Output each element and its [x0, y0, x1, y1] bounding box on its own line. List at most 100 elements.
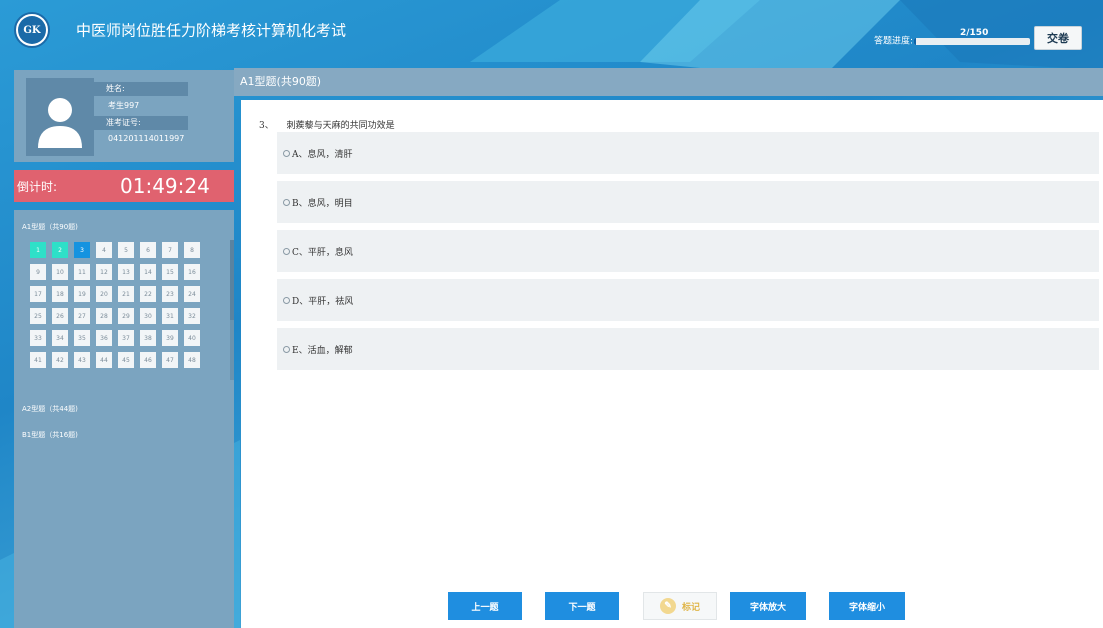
question-cell[interactable]: 5	[118, 242, 134, 258]
question-cell[interactable]: 43	[74, 352, 90, 368]
question-cell[interactable]: 10	[52, 264, 68, 280]
mark-icon: ✎	[659, 598, 676, 614]
question-cell[interactable]: 11	[74, 264, 90, 280]
question-cell[interactable]: 17	[30, 286, 46, 302]
question-nav-panel: A1型题（共90题) 1 2 3 4 5 6 7 8 9 10 11 12 13 14 15 16 17 18 19…	[14, 210, 234, 628]
timer-label: 倒计时:	[17, 179, 58, 194]
progress-bar-fill	[914, 38, 916, 45]
question-cell[interactable]: 15	[162, 264, 178, 280]
question-cell[interactable]: 3	[74, 242, 90, 258]
question-cell[interactable]: 32	[184, 308, 200, 324]
question-cell[interactable]: 48	[184, 352, 200, 368]
question-content: 3、 刺蒺藜与天麻的共同功效是 A、息风，清肝 B、息风，明目 C、平肝，息风 …	[241, 100, 1103, 628]
section-title: A1型题(共90题)	[234, 68, 1103, 96]
radio-icon[interactable]	[283, 198, 290, 206]
nav-scroll-thumb[interactable]	[230, 240, 234, 320]
option-c[interactable]: C、平肝，息风	[277, 230, 1099, 272]
question-number: 3、	[259, 121, 274, 131]
question-cell[interactable]: 35	[74, 330, 90, 346]
question-cell[interactable]: 34	[52, 330, 68, 346]
logo-text: GK	[18, 16, 46, 44]
question-cell[interactable]: 28	[96, 308, 112, 324]
question-cell[interactable]: 40	[184, 330, 200, 346]
question-cell[interactable]: 20	[96, 286, 112, 302]
name-label: 姓名:	[94, 82, 188, 96]
question-cell[interactable]: 9	[30, 264, 46, 280]
radio-icon[interactable]	[283, 345, 290, 353]
nav-scrollbar[interactable]	[230, 240, 234, 380]
question-cell[interactable]: 12	[96, 264, 112, 280]
question-cell[interactable]: 24	[184, 286, 200, 302]
option-label: A、息风，清肝	[292, 149, 353, 160]
prev-question-button[interactable]: 上一题	[448, 592, 522, 620]
question-cell[interactable]: 33	[30, 330, 46, 346]
question-stem: 3、 刺蒺藜与天麻的共同功效是	[259, 118, 395, 131]
id-value: 041201114011997	[108, 134, 185, 143]
countdown-timer: 倒计时: 01:49:24	[14, 170, 234, 202]
question-cell[interactable]: 44	[96, 352, 112, 368]
question-cell[interactable]: 42	[52, 352, 68, 368]
question-cell[interactable]: 4	[96, 242, 112, 258]
progress-bar	[914, 38, 1030, 45]
option-b[interactable]: B、息风，明目	[277, 181, 1099, 223]
question-cell[interactable]: 25	[30, 308, 46, 324]
question-cell[interactable]: 46	[140, 352, 156, 368]
app-title: 中医师岗位胜任力阶梯考核计算机化考试	[76, 21, 347, 40]
question-cell[interactable]: 23	[162, 286, 178, 302]
radio-icon[interactable]	[283, 149, 290, 157]
question-text: 刺蒺藜与天麻的共同功效是	[286, 121, 395, 131]
option-a[interactable]: A、息风，清肝	[277, 132, 1099, 174]
question-cell[interactable]: 41	[30, 352, 46, 368]
candidate-card: 姓名: 考生997 准考证号: 041201114011997	[14, 70, 234, 162]
option-e[interactable]: E、活血，解郁	[277, 328, 1099, 370]
user-silhouette-icon	[38, 98, 82, 148]
timer-value: 01:49:24	[120, 174, 210, 198]
font-shrink-button[interactable]: 字体缩小	[829, 592, 905, 620]
option-label: B、息风，明目	[292, 198, 353, 209]
question-cell[interactable]: 22	[140, 286, 156, 302]
option-label: D、平肝，祛风	[292, 296, 354, 307]
mark-button[interactable]: ✎ 标记	[643, 592, 717, 620]
question-cell[interactable]: 45	[118, 352, 134, 368]
submit-button[interactable]: 交卷	[1034, 26, 1082, 50]
next-question-button[interactable]: 下一题	[545, 592, 619, 620]
question-cell[interactable]: 26	[52, 308, 68, 324]
question-cell[interactable]: 2	[52, 242, 68, 258]
radio-icon[interactable]	[283, 296, 290, 304]
radio-icon[interactable]	[283, 247, 290, 255]
app-header: GK 中医师岗位胜任力阶梯考核计算机化考试 答题进度: 2/150 交卷	[0, 0, 1103, 62]
section-label-a1[interactable]: A1型题（共90题)	[22, 222, 78, 232]
question-cell[interactable]: 38	[140, 330, 156, 346]
option-d[interactable]: D、平肝，祛风	[277, 279, 1099, 321]
id-label: 准考证号:	[94, 116, 188, 130]
question-cell[interactable]: 47	[162, 352, 178, 368]
progress-count: 2/150	[960, 28, 989, 38]
question-cell[interactable]: 13	[118, 264, 134, 280]
option-label: E、活血，解郁	[292, 345, 353, 356]
question-cell[interactable]: 16	[184, 264, 200, 280]
question-cell[interactable]: 19	[74, 286, 90, 302]
name-value: 考生997	[108, 101, 140, 110]
question-cell[interactable]: 36	[96, 330, 112, 346]
mark-label: 标记	[681, 602, 700, 613]
question-cell[interactable]: 18	[52, 286, 68, 302]
logo: GK	[14, 12, 50, 48]
section-label-b1[interactable]: B1型题（共16题)	[22, 430, 78, 440]
question-cell[interactable]: 7	[162, 242, 178, 258]
question-cell[interactable]: 8	[184, 242, 200, 258]
question-cell[interactable]: 30	[140, 308, 156, 324]
question-cell[interactable]: 21	[118, 286, 134, 302]
question-cell[interactable]: 14	[140, 264, 156, 280]
question-cell[interactable]: 31	[162, 308, 178, 324]
question-cell[interactable]: 37	[118, 330, 134, 346]
avatar	[26, 78, 94, 156]
question-cell[interactable]: 1	[30, 242, 46, 258]
question-cell[interactable]: 29	[118, 308, 134, 324]
question-cell[interactable]: 39	[162, 330, 178, 346]
option-label: C、平肝，息风	[292, 247, 353, 258]
progress-label: 答题进度:	[874, 36, 914, 47]
font-enlarge-button[interactable]: 字体放大	[730, 592, 806, 620]
section-label-a2[interactable]: A2型题（共44题)	[22, 404, 78, 414]
question-cell[interactable]: 6	[140, 242, 156, 258]
question-cell[interactable]: 27	[74, 308, 90, 324]
